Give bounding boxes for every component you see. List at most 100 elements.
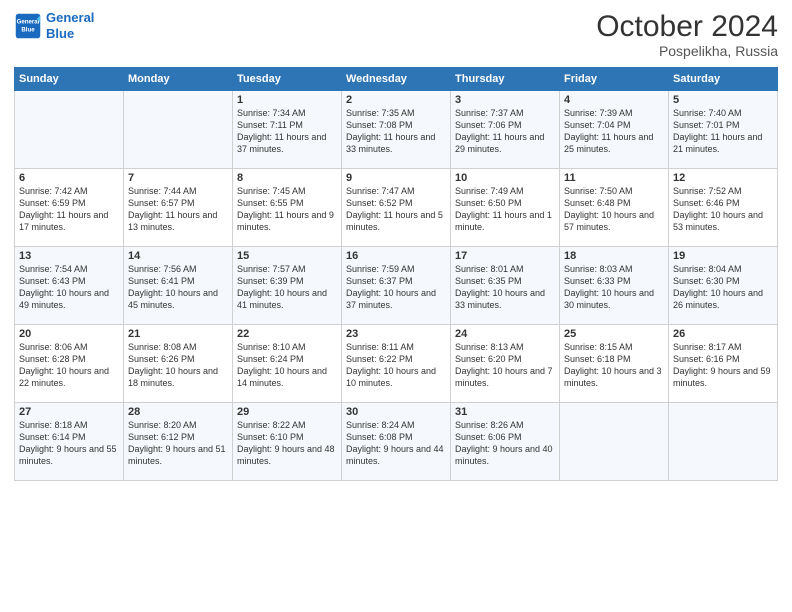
day-number: 25 (564, 328, 664, 340)
calendar-table: Sunday Monday Tuesday Wednesday Thursday… (14, 67, 778, 481)
calendar-row: 6Sunrise: 7:42 AM Sunset: 6:59 PM Daylig… (15, 169, 778, 247)
col-thursday: Thursday (451, 68, 560, 91)
calendar-cell: 20Sunrise: 8:06 AM Sunset: 6:28 PM Dayli… (15, 325, 124, 403)
header-row: Sunday Monday Tuesday Wednesday Thursday… (15, 68, 778, 91)
calendar-cell (124, 91, 233, 169)
day-number: 15 (237, 250, 337, 262)
calendar-cell: 13Sunrise: 7:54 AM Sunset: 6:43 PM Dayli… (15, 247, 124, 325)
calendar-cell: 5Sunrise: 7:40 AM Sunset: 7:01 PM Daylig… (669, 91, 778, 169)
day-number: 3 (455, 94, 555, 106)
calendar-cell: 11Sunrise: 7:50 AM Sunset: 6:48 PM Dayli… (560, 169, 669, 247)
calendar-row: 13Sunrise: 7:54 AM Sunset: 6:43 PM Dayli… (15, 247, 778, 325)
cell-info: Sunrise: 7:45 AM Sunset: 6:55 PM Dayligh… (237, 185, 337, 234)
calendar-cell: 4Sunrise: 7:39 AM Sunset: 7:04 PM Daylig… (560, 91, 669, 169)
calendar-cell: 28Sunrise: 8:20 AM Sunset: 6:12 PM Dayli… (124, 403, 233, 481)
cell-info: Sunrise: 8:03 AM Sunset: 6:33 PM Dayligh… (564, 263, 664, 312)
cell-info: Sunrise: 7:50 AM Sunset: 6:48 PM Dayligh… (564, 185, 664, 234)
cell-info: Sunrise: 7:40 AM Sunset: 7:01 PM Dayligh… (673, 107, 773, 156)
calendar-cell: 18Sunrise: 8:03 AM Sunset: 6:33 PM Dayli… (560, 247, 669, 325)
cell-info: Sunrise: 7:57 AM Sunset: 6:39 PM Dayligh… (237, 263, 337, 312)
cell-info: Sunrise: 8:06 AM Sunset: 6:28 PM Dayligh… (19, 341, 119, 390)
cell-info: Sunrise: 8:10 AM Sunset: 6:24 PM Dayligh… (237, 341, 337, 390)
day-number: 7 (128, 172, 228, 184)
calendar-cell: 7Sunrise: 7:44 AM Sunset: 6:57 PM Daylig… (124, 169, 233, 247)
day-number: 10 (455, 172, 555, 184)
day-number: 14 (128, 250, 228, 262)
day-number: 4 (564, 94, 664, 106)
col-friday: Friday (560, 68, 669, 91)
calendar-cell (669, 403, 778, 481)
day-number: 22 (237, 328, 337, 340)
calendar-cell: 19Sunrise: 8:04 AM Sunset: 6:30 PM Dayli… (669, 247, 778, 325)
logo-icon: General Blue (14, 12, 42, 40)
cell-info: Sunrise: 8:18 AM Sunset: 6:14 PM Dayligh… (19, 419, 119, 468)
title-block: October 2024 Pospelikha, Russia (596, 10, 778, 59)
col-tuesday: Tuesday (233, 68, 342, 91)
calendar-cell: 17Sunrise: 8:01 AM Sunset: 6:35 PM Dayli… (451, 247, 560, 325)
calendar-cell: 30Sunrise: 8:24 AM Sunset: 6:08 PM Dayli… (342, 403, 451, 481)
cell-info: Sunrise: 8:04 AM Sunset: 6:30 PM Dayligh… (673, 263, 773, 312)
day-number: 2 (346, 94, 446, 106)
day-number: 13 (19, 250, 119, 262)
cell-info: Sunrise: 8:24 AM Sunset: 6:08 PM Dayligh… (346, 419, 446, 468)
day-number: 28 (128, 406, 228, 418)
svg-text:General: General (17, 18, 40, 25)
day-number: 20 (19, 328, 119, 340)
calendar-row: 27Sunrise: 8:18 AM Sunset: 6:14 PM Dayli… (15, 403, 778, 481)
calendar-cell: 2Sunrise: 7:35 AM Sunset: 7:08 PM Daylig… (342, 91, 451, 169)
cell-info: Sunrise: 8:08 AM Sunset: 6:26 PM Dayligh… (128, 341, 228, 390)
calendar-row: 20Sunrise: 8:06 AM Sunset: 6:28 PM Dayli… (15, 325, 778, 403)
cell-info: Sunrise: 8:01 AM Sunset: 6:35 PM Dayligh… (455, 263, 555, 312)
cell-info: Sunrise: 8:22 AM Sunset: 6:10 PM Dayligh… (237, 419, 337, 468)
calendar-cell: 22Sunrise: 8:10 AM Sunset: 6:24 PM Dayli… (233, 325, 342, 403)
day-number: 16 (346, 250, 446, 262)
calendar-page: General Blue General Blue October 2024 P… (0, 0, 792, 612)
calendar-cell: 15Sunrise: 7:57 AM Sunset: 6:39 PM Dayli… (233, 247, 342, 325)
day-number: 5 (673, 94, 773, 106)
cell-info: Sunrise: 8:15 AM Sunset: 6:18 PM Dayligh… (564, 341, 664, 390)
cell-info: Sunrise: 7:59 AM Sunset: 6:37 PM Dayligh… (346, 263, 446, 312)
day-number: 30 (346, 406, 446, 418)
col-wednesday: Wednesday (342, 68, 451, 91)
day-number: 18 (564, 250, 664, 262)
day-number: 21 (128, 328, 228, 340)
day-number: 1 (237, 94, 337, 106)
calendar-cell: 12Sunrise: 7:52 AM Sunset: 6:46 PM Dayli… (669, 169, 778, 247)
cell-info: Sunrise: 7:37 AM Sunset: 7:06 PM Dayligh… (455, 107, 555, 156)
month-title: October 2024 (596, 10, 778, 43)
cell-info: Sunrise: 7:54 AM Sunset: 6:43 PM Dayligh… (19, 263, 119, 312)
logo: General Blue General Blue (14, 10, 94, 41)
logo-text: General Blue (46, 10, 94, 41)
location: Pospelikha, Russia (596, 43, 778, 59)
calendar-cell: 25Sunrise: 8:15 AM Sunset: 6:18 PM Dayli… (560, 325, 669, 403)
col-sunday: Sunday (15, 68, 124, 91)
day-number: 17 (455, 250, 555, 262)
cell-info: Sunrise: 7:56 AM Sunset: 6:41 PM Dayligh… (128, 263, 228, 312)
cell-info: Sunrise: 7:39 AM Sunset: 7:04 PM Dayligh… (564, 107, 664, 156)
day-number: 6 (19, 172, 119, 184)
logo-line1: General (46, 10, 94, 25)
cell-info: Sunrise: 7:34 AM Sunset: 7:11 PM Dayligh… (237, 107, 337, 156)
cell-info: Sunrise: 7:42 AM Sunset: 6:59 PM Dayligh… (19, 185, 119, 234)
calendar-cell: 29Sunrise: 8:22 AM Sunset: 6:10 PM Dayli… (233, 403, 342, 481)
day-number: 12 (673, 172, 773, 184)
calendar-cell: 26Sunrise: 8:17 AM Sunset: 6:16 PM Dayli… (669, 325, 778, 403)
calendar-cell (560, 403, 669, 481)
calendar-cell: 1Sunrise: 7:34 AM Sunset: 7:11 PM Daylig… (233, 91, 342, 169)
day-number: 23 (346, 328, 446, 340)
calendar-cell: 9Sunrise: 7:47 AM Sunset: 6:52 PM Daylig… (342, 169, 451, 247)
calendar-cell: 6Sunrise: 7:42 AM Sunset: 6:59 PM Daylig… (15, 169, 124, 247)
day-number: 24 (455, 328, 555, 340)
cell-info: Sunrise: 7:44 AM Sunset: 6:57 PM Dayligh… (128, 185, 228, 234)
calendar-cell: 3Sunrise: 7:37 AM Sunset: 7:06 PM Daylig… (451, 91, 560, 169)
calendar-row: 1Sunrise: 7:34 AM Sunset: 7:11 PM Daylig… (15, 91, 778, 169)
calendar-cell: 31Sunrise: 8:26 AM Sunset: 6:06 PM Dayli… (451, 403, 560, 481)
calendar-cell: 10Sunrise: 7:49 AM Sunset: 6:50 PM Dayli… (451, 169, 560, 247)
day-number: 26 (673, 328, 773, 340)
cell-info: Sunrise: 8:26 AM Sunset: 6:06 PM Dayligh… (455, 419, 555, 468)
cell-info: Sunrise: 8:13 AM Sunset: 6:20 PM Dayligh… (455, 341, 555, 390)
calendar-cell: 23Sunrise: 8:11 AM Sunset: 6:22 PM Dayli… (342, 325, 451, 403)
cell-info: Sunrise: 8:20 AM Sunset: 6:12 PM Dayligh… (128, 419, 228, 468)
header: General Blue General Blue October 2024 P… (14, 10, 778, 59)
col-saturday: Saturday (669, 68, 778, 91)
